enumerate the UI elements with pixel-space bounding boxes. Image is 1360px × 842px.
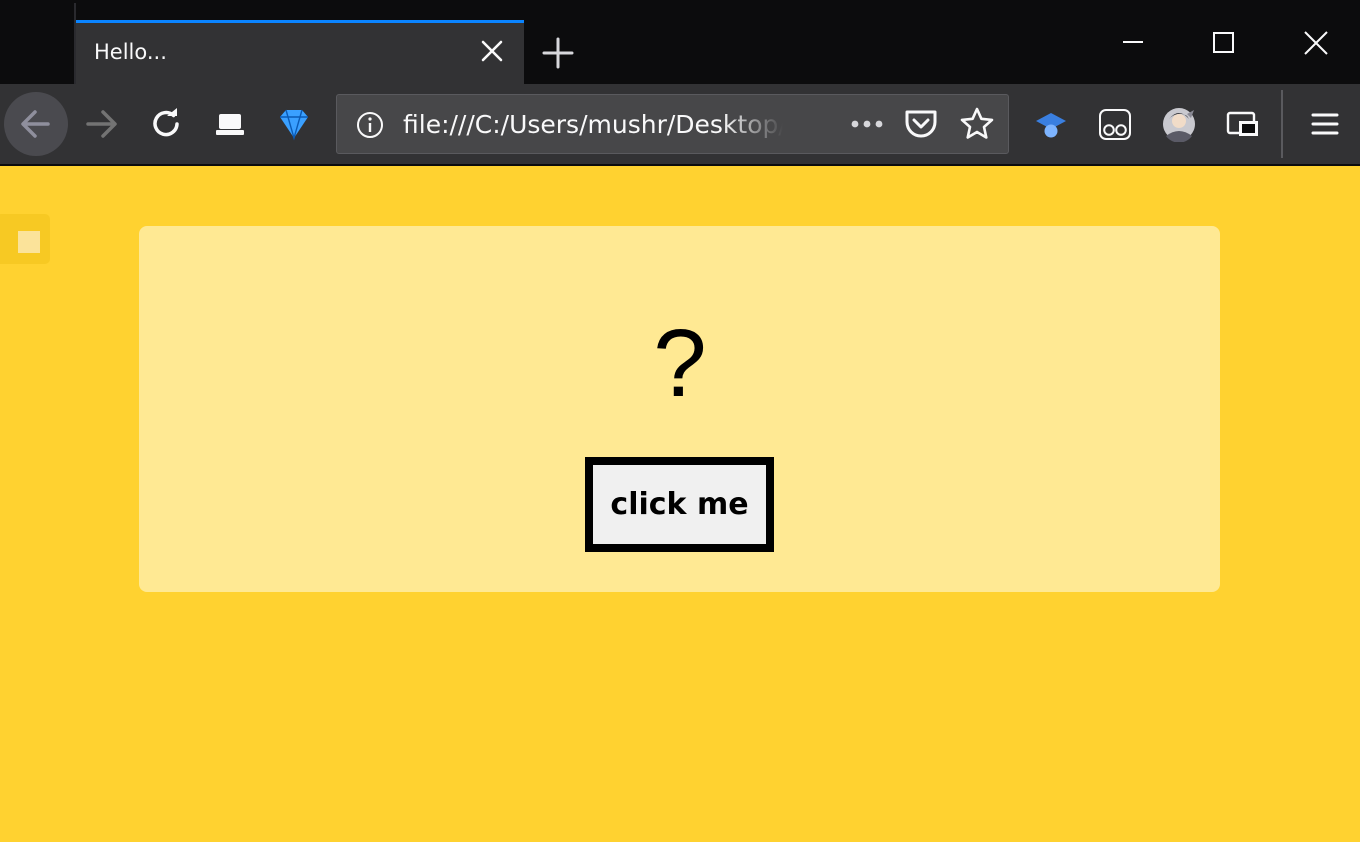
active-tab[interactable]: Hello...	[76, 20, 524, 84]
laptop-icon	[216, 114, 244, 135]
star-icon[interactable]	[959, 106, 995, 146]
laptop-button[interactable]	[208, 102, 252, 146]
menu-button[interactable]	[1303, 102, 1347, 146]
profile-button[interactable]	[1157, 102, 1201, 146]
info-icon[interactable]	[355, 110, 385, 144]
reload-icon	[153, 108, 179, 137]
pocket-icon[interactable]	[903, 106, 939, 146]
education-extension-button[interactable]	[1029, 102, 1073, 146]
url-bar[interactable]: file:///C:/Users/mushr/Desktop/	[336, 94, 1009, 154]
more-dots-icon[interactable]	[847, 109, 887, 143]
back-button[interactable]	[4, 92, 68, 156]
question-mark: ?	[653, 310, 707, 417]
minimize-icon[interactable]	[1113, 24, 1153, 64]
picture-in-picture-icon	[1226, 111, 1258, 136]
forward-button[interactable]	[80, 102, 124, 146]
reload-button[interactable]	[144, 102, 188, 146]
picture-in-picture-button[interactable]	[1221, 102, 1265, 146]
toolbar-separator	[1281, 90, 1283, 158]
diamond-icon	[280, 109, 308, 141]
click-me-button[interactable]: click me	[585, 457, 774, 552]
navigation-toolbar: file:///C:/Users/mushr/Desktop/	[0, 84, 1360, 166]
maximize-icon[interactable]	[1204, 24, 1244, 64]
new-tab-plus-icon[interactable]	[540, 35, 576, 71]
avatar	[1163, 108, 1195, 142]
diamond-extension-button[interactable]	[272, 102, 316, 146]
tab-title: Hello...	[94, 40, 167, 64]
back-arrow-icon	[21, 110, 50, 138]
tab-strip: Hello...	[0, 0, 1360, 84]
close-tab-icon[interactable]	[478, 37, 506, 65]
side-widget[interactable]	[0, 214, 50, 264]
hamburger-menu-icon	[1311, 113, 1339, 135]
url-text: file:///C:/Users/mushr/Desktop/	[403, 110, 783, 139]
close-window-icon[interactable]	[1296, 24, 1336, 64]
widget-square-icon	[18, 231, 40, 253]
graduation-cap-icon	[1036, 113, 1066, 138]
glasses-icon	[1099, 109, 1131, 140]
glasses-extension-button[interactable]	[1093, 102, 1137, 146]
forward-arrow-icon	[86, 110, 117, 138]
